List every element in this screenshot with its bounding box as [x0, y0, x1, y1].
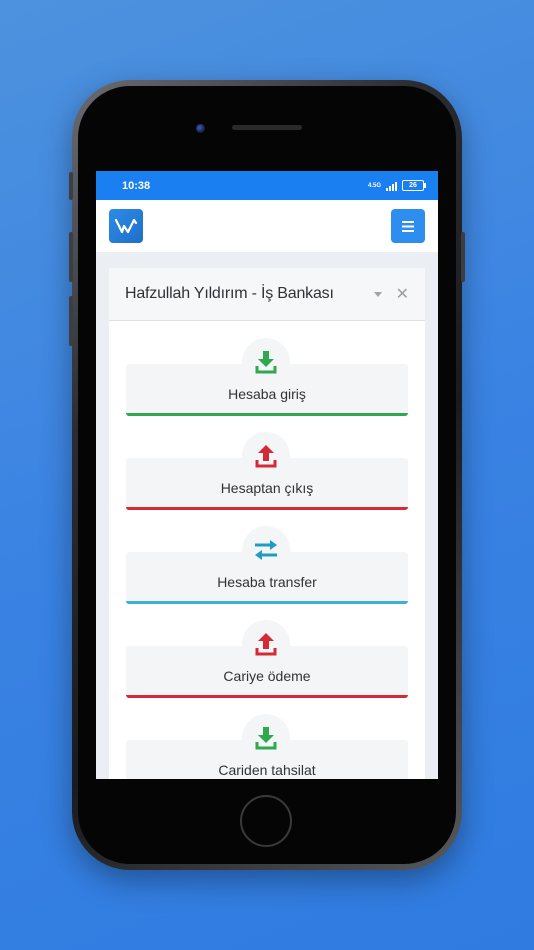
battery-icon: 26 [402, 180, 426, 191]
network-type: 4.5G [367, 182, 381, 189]
collapse-caret-icon[interactable] [373, 291, 382, 297]
action-label: Hesaba transfer [217, 574, 317, 590]
action-customer-collection[interactable]: Cariden tahsilat [126, 714, 408, 779]
hamburger-icon [402, 220, 414, 232]
app-screen: 10:38 4.5G 26 Hafzullah Yıldırım - İş Ba… [96, 171, 438, 779]
status-time: 10:38 [122, 179, 151, 192]
action-label: Hesaptan çıkış [220, 480, 314, 496]
action-label: Cariye ödeme [223, 668, 311, 684]
top-navbar [96, 200, 438, 252]
action-icon-wrap [242, 620, 290, 668]
action-supplier-payment[interactable]: Cariye ödeme [126, 620, 408, 698]
transfer-icon [255, 540, 277, 560]
action-deposit[interactable]: Hesaba giriş [126, 338, 408, 416]
status-bar: 10:38 4.5G 26 [96, 171, 438, 200]
card-header: Hafzullah Yıldırım - İş Bankası ✕ [109, 268, 425, 321]
home-button[interactable] [240, 795, 292, 847]
earpiece-speaker [232, 125, 302, 130]
download-icon [255, 727, 277, 750]
upload-icon [255, 445, 277, 468]
hamburger-menu-button[interactable] [391, 209, 425, 243]
action-icon-wrap [242, 714, 290, 762]
upload-icon [255, 633, 277, 656]
action-icon-wrap [242, 526, 290, 574]
download-icon [255, 351, 277, 374]
battery-level: 26 [409, 182, 417, 189]
account-card: Hafzullah Yıldırım - İş Bankası ✕ Hesaba… [109, 268, 425, 779]
close-icon[interactable]: ✕ [396, 284, 409, 304]
status-icons: 4.5G 26 [367, 180, 426, 191]
power-button [461, 232, 465, 282]
action-icon-wrap [242, 432, 290, 480]
volume-up-button [69, 232, 73, 282]
card-title: Hafzullah Yıldırım - İş Bankası [125, 285, 334, 302]
action-label: Hesaba giriş [228, 386, 306, 402]
app-logo-icon[interactable] [109, 209, 143, 243]
action-transfer[interactable]: Hesaba transfer [126, 526, 408, 604]
front-camera [196, 124, 205, 133]
volume-down-button [69, 296, 73, 346]
signal-icon [386, 181, 397, 191]
silent-switch [69, 172, 73, 200]
action-withdraw[interactable]: Hesaptan çıkış [126, 432, 408, 510]
action-label: Cariden tahsilat [218, 762, 316, 778]
action-icon-wrap [242, 338, 290, 386]
card-tools: ✕ [373, 284, 409, 304]
